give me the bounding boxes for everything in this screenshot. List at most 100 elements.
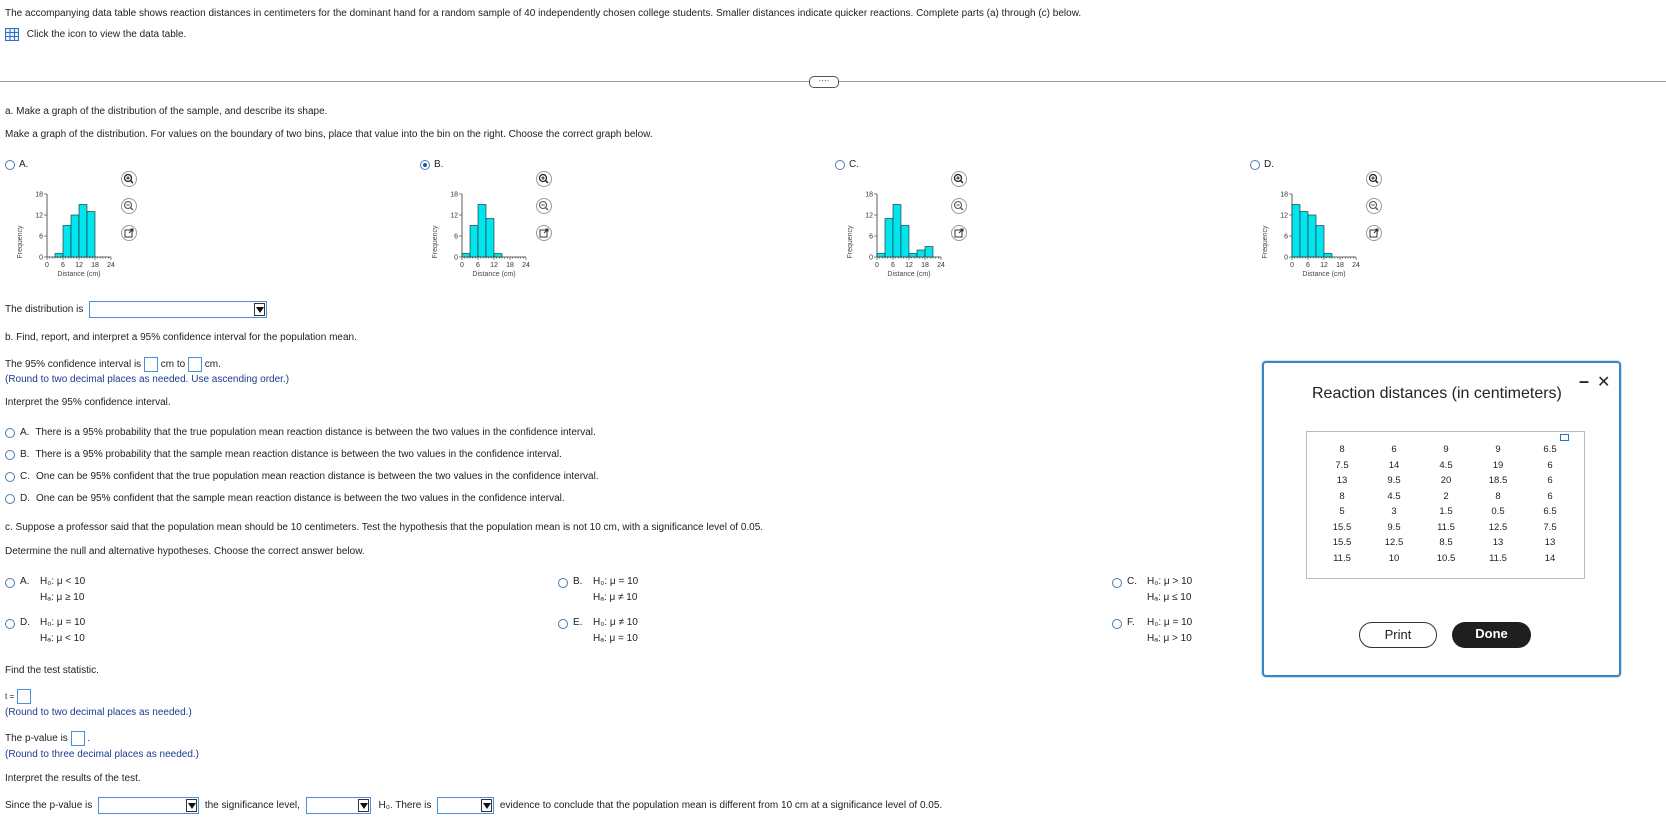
radio-button[interactable] <box>5 427 15 438</box>
y-tick-label: 12 <box>35 213 43 220</box>
zoom-in-icon[interactable] <box>951 171 967 187</box>
radio-button[interactable] <box>5 471 15 482</box>
histogram-bar <box>78 204 88 258</box>
choice-text: There is a 95% probability that the true… <box>35 427 596 438</box>
chevron-down-icon[interactable] <box>357 799 369 812</box>
table-cell: 10.5 <box>1436 552 1456 564</box>
shape-prefix: The distribution is <box>5 304 84 315</box>
x-tick-label: 12 <box>905 262 913 269</box>
table-cell: 19 <box>1492 459 1504 471</box>
radio-button[interactable] <box>558 578 568 588</box>
shape-dropdown[interactable] <box>89 301 268 318</box>
table-cell: 4.5 <box>1387 490 1401 502</box>
zoom-out-icon[interactable] <box>951 198 967 214</box>
zoom-out-icon[interactable] <box>1366 198 1382 214</box>
x-tick-label: 18 <box>1336 262 1344 269</box>
radio-button[interactable] <box>558 619 568 629</box>
table-row: 15.5 9.5 11.5 12.5 7.5 <box>1316 520 1576 536</box>
reject-dropdown[interactable] <box>305 797 371 814</box>
radio-button[interactable] <box>1250 159 1260 170</box>
radio-button[interactable] <box>5 619 15 629</box>
histogram-bar <box>884 218 894 258</box>
y-tick-label: 0 <box>1284 255 1288 262</box>
t-input[interactable] <box>16 689 31 704</box>
external-link-icon[interactable] <box>536 225 552 241</box>
table-cell: 15.5 <box>1332 521 1352 533</box>
ci-lower-input[interactable] <box>143 357 158 372</box>
ci-choice-a[interactable]: A. There is a 95% probability that the tr… <box>5 427 596 441</box>
chevron-down-icon[interactable] <box>186 799 198 812</box>
evidence-dropdown[interactable] <box>437 797 495 814</box>
data-table-dialog: Reaction distances (in centimeters) – ✕ … <box>1262 361 1621 677</box>
table-link-label[interactable]: Click the icon to view the data table. <box>27 29 187 40</box>
y-tick-label: 12 <box>1280 213 1288 220</box>
radio-button[interactable] <box>5 449 15 460</box>
ci-hint: (Round to two decimal places as needed. … <box>5 374 290 385</box>
external-link-icon[interactable] <box>1366 225 1382 241</box>
table-icon[interactable] <box>5 28 19 41</box>
table-row: 13 9.5 20 18.5 6 <box>1316 473 1576 489</box>
chevron-down-icon[interactable] <box>481 799 493 812</box>
x-tick-label: 6 <box>61 262 65 269</box>
x-tick-label: 18 <box>921 262 929 269</box>
minimize-button[interactable]: – <box>1579 371 1589 392</box>
option-label: D. <box>1264 159 1274 170</box>
external-link-icon[interactable] <box>121 225 137 241</box>
p-row: The p-value is . <box>5 731 90 747</box>
close-button[interactable]: ✕ <box>1597 372 1610 392</box>
histogram-bar <box>1299 211 1309 258</box>
option-label: A. <box>19 159 29 170</box>
x-tick-label: 6 <box>476 262 480 269</box>
table-cell: 6 <box>1391 444 1397 456</box>
p-hint: (Round to three decimal places as needed… <box>5 749 200 760</box>
data-table-panel: 8 6 9 9 6.5 7.5 14 4.5 19 6 13 9.5 20 18.5 6 8 4.5 2 8 6 5 3 1… <box>1306 431 1585 579</box>
ci-choice-d[interactable]: D. One can be 95% confident that the samp… <box>5 493 565 507</box>
radio-button[interactable] <box>420 159 430 170</box>
radio-button[interactable] <box>5 578 15 588</box>
pvalue-compare-dropdown[interactable] <box>98 797 200 814</box>
graph-option-d[interactable]: D. <box>1250 159 1274 173</box>
table-cell: 8 <box>1495 490 1501 502</box>
radio-button[interactable] <box>1112 578 1122 588</box>
histogram-bar <box>916 249 926 258</box>
table-cell: 9.5 <box>1387 521 1401 533</box>
radio-button[interactable] <box>5 493 15 504</box>
table-row: 7.5 14 4.5 19 6 <box>1316 458 1576 474</box>
radio-button[interactable] <box>5 159 15 170</box>
table-cell: 8 <box>1339 490 1345 502</box>
print-button[interactable]: Print <box>1359 622 1437 648</box>
data-table-link[interactable]: Click the icon to view the data table. <box>5 28 186 42</box>
zoom-out-icon[interactable] <box>536 198 552 214</box>
choice-label: D. <box>20 617 30 628</box>
zoom-in-icon[interactable] <box>536 171 552 187</box>
choice-label: B. <box>573 576 583 587</box>
expand-button[interactable]: ···· <box>809 76 839 88</box>
histogram-bar <box>70 214 80 258</box>
graph-option-c[interactable]: C. <box>835 159 859 173</box>
zoom-in-icon[interactable] <box>121 171 137 187</box>
done-button[interactable]: Done <box>1452 622 1531 648</box>
ci-choice-b[interactable]: B. There is a 95% probability that the sa… <box>5 449 562 463</box>
chevron-down-icon[interactable] <box>254 303 266 316</box>
zoom-in-icon[interactable] <box>1366 171 1382 187</box>
p-input[interactable] <box>70 731 85 746</box>
y-tick-label: 12 <box>450 213 458 220</box>
graph-option-b[interactable]: B. <box>420 159 443 173</box>
histogram-bar <box>493 253 503 258</box>
graph-option-a[interactable]: A. <box>5 159 28 173</box>
ci-upper-input[interactable] <box>187 357 202 372</box>
null-hypothesis: H₀: μ = 10 <box>593 576 639 587</box>
zoom-out-icon[interactable] <box>121 198 137 214</box>
table-cell: 10 <box>1388 552 1400 564</box>
radio-button[interactable] <box>835 159 845 170</box>
radio-button[interactable] <box>1112 619 1122 629</box>
x-axis-label: Distance (cm) <box>472 271 515 278</box>
alt-hypothesis: Hₐ: μ ≠ 10 <box>593 592 638 603</box>
y-tick-label: 18 <box>35 192 43 199</box>
copy-icon[interactable] <box>1560 434 1569 441</box>
table-cell: 5 <box>1339 506 1345 518</box>
external-link-icon[interactable] <box>951 225 967 241</box>
histogram-bar <box>485 218 495 258</box>
ci-choice-c[interactable]: C. One can be 95% confident that the true… <box>5 471 599 485</box>
table-cell: 8 <box>1339 444 1345 456</box>
